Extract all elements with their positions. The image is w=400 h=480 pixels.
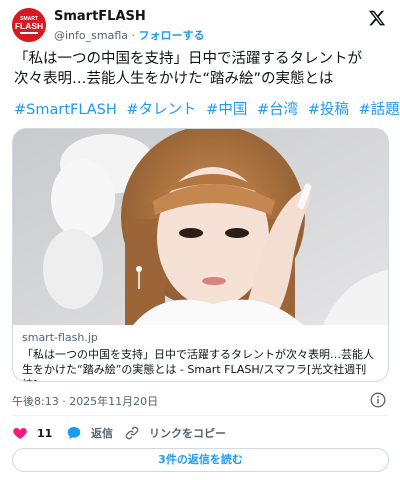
tweet-text: 「私は一つの中国を支持」日中で活躍するタレントが 次々表明…芸能人生をかけた“踏… [14,49,388,89]
link-card[interactable]: smart-flash.jp 「私は一つの中国を支持」日中で活躍するタレントが次… [12,128,389,382]
hashtag-smartflash[interactable]: #SmartFLASH [14,102,117,118]
hashtag-taiwan[interactable]: #台湾 [257,102,298,118]
follow-button[interactable]: フォローする [139,29,205,42]
account-name[interactable]: SmartFLASH [54,9,146,24]
like-count: 11 [37,426,53,440]
link-icon [125,426,139,440]
copy-link-label: リンクをコピー [149,427,226,440]
card-image[interactable] [13,129,388,325]
handle-line: @info_smafla · フォローする [54,27,205,43]
info-icon[interactable] [370,392,386,408]
hashtag-topic[interactable]: #話題 [358,102,399,118]
card-domain: smart-flash.jp [22,331,98,344]
card-title: 「私は一つの中国を支持」日中で活躍するタレントが次々表明…芸能人生をかけた“踏み… [22,348,374,381]
read-replies-button[interactable]: 3件の返信を読む [12,448,389,472]
like-button[interactable]: 11 [12,423,52,443]
reply-button[interactable]: 返信 [66,423,113,443]
copy-link-button[interactable]: リンクをコピー [124,423,226,443]
tweet-text-line-2: 次々表明…芸能人生をかけた“踏み絵”の実態とは [14,71,334,87]
divider [12,415,388,416]
tweet-text-line-1: 「私は一つの中国を支持」日中で活躍するタレントが [14,51,362,67]
hashtag-list: #SmartFLASH #タレント #中国 #台湾 #投稿 #話題 [14,100,400,120]
reply-label: 返信 [91,427,113,440]
avatar[interactable]: SMART FLASH [12,8,46,42]
account-handle[interactable]: @info_smafla [54,29,128,42]
x-logo-icon[interactable] [368,9,386,27]
heart-icon [13,428,27,439]
hashtag-china[interactable]: #中国 [206,102,247,118]
tweet-header: SMART FLASH SmartFLASH @info_smafla · フォ… [12,8,388,44]
speech-bubble-icon [67,427,81,439]
hashtag-post[interactable]: #投稿 [308,102,349,118]
hashtag-talent[interactable]: #タレント [126,102,196,118]
action-bar: 11 返信 リンクをコピー [12,423,388,443]
avatar-logo-text: FLASH [15,21,43,31]
separator-dot: · [131,29,136,42]
tweet-timestamp[interactable]: 午後8:13 · 2025年11月20日 [12,393,158,409]
